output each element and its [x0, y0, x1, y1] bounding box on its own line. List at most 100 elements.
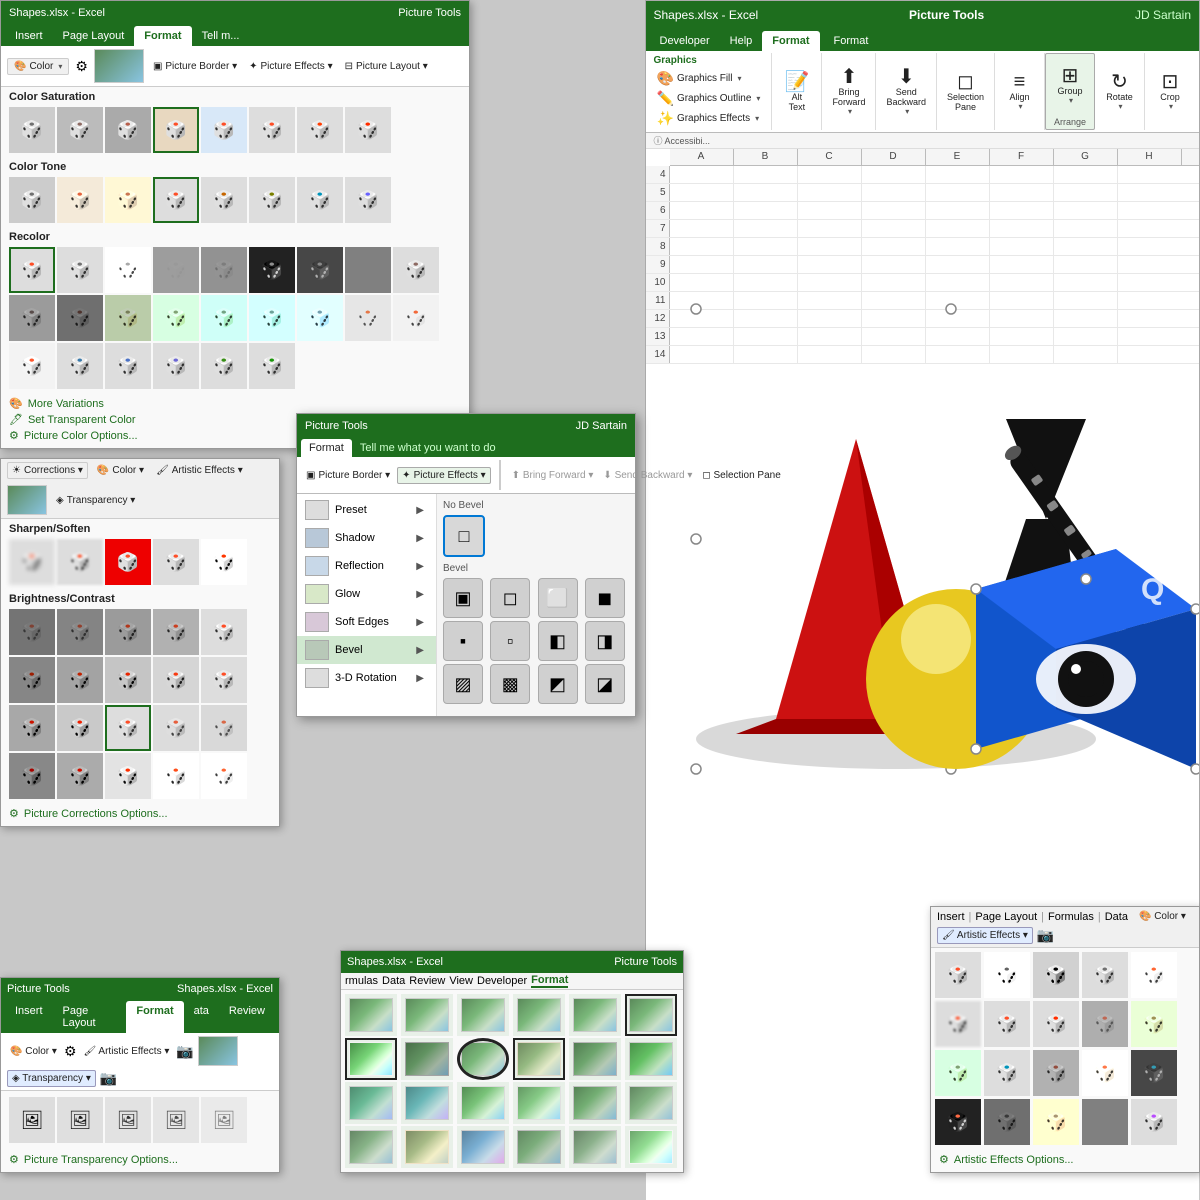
insert-thumb-7[interactable] [345, 1038, 397, 1080]
insert-thumb-9[interactable] [457, 1038, 509, 1080]
recolor-thumb-23[interactable]: 🎲 [201, 343, 247, 389]
bevel-item-6[interactable]: ▫ [490, 621, 530, 661]
art-tab-page[interactable]: Page Layout [975, 911, 1037, 923]
saturation-thumb-5[interactable]: 🎲 [201, 107, 247, 153]
insert-thumb-18[interactable] [625, 1082, 677, 1124]
art-thumb-6[interactable]: 🎲 [935, 1001, 981, 1047]
recolor-thumb-20[interactable]: 🎲 [57, 343, 103, 389]
trans-thumb-2[interactable]: 🖼 [57, 1097, 103, 1143]
art-thumb-12[interactable]: 🎲 [984, 1050, 1030, 1096]
art-thumb-7[interactable]: 🎲 [984, 1001, 1030, 1047]
bevel-menu-item[interactable]: Bevel ▶ [297, 636, 436, 664]
recolor-thumb-8[interactable]: 🎲 [345, 247, 391, 293]
art-thumb-5[interactable]: 🎲 [1131, 952, 1177, 998]
selection-pane-btn[interactable]: ◻ SelectionPane [943, 70, 988, 114]
shadow-menu-item[interactable]: Shadow ▶ [297, 524, 436, 552]
insert-thumb-19[interactable] [345, 1126, 397, 1168]
recolor-thumb-4[interactable]: 🎲 [153, 247, 199, 293]
bc-thumb-8[interactable]: 🎲 [105, 657, 151, 703]
insert-thumb-3[interactable] [457, 994, 509, 1036]
art-tab-formulas[interactable]: Formulas [1048, 911, 1094, 923]
recolor-thumb-22[interactable]: 🎲 [153, 343, 199, 389]
art-thumb-17[interactable]: 🎲 [984, 1099, 1030, 1145]
more-variations-link[interactable]: 🎨 More Variations [9, 397, 461, 410]
corrections-transparency-btn[interactable]: ◈ Transparency ▾ [53, 494, 138, 507]
art-thumb-4[interactable]: 🎲 [1082, 952, 1128, 998]
recolor-thumb-2[interactable]: 🎲 [57, 247, 103, 293]
saturation-thumb-1[interactable]: 🎲 [9, 107, 55, 153]
bevel-item-8[interactable]: ◨ [585, 621, 625, 661]
recolor-thumb-11[interactable]: 🎲 [57, 295, 103, 341]
no-bevel-item[interactable]: □ [443, 515, 485, 557]
color-btn[interactable]: 🎨 Color ▾ [7, 58, 69, 75]
tone-thumb-5[interactable]: 🎲 [201, 177, 247, 223]
tab-developer[interactable]: Developer [650, 31, 720, 51]
saturation-thumb-7[interactable]: 🎲 [297, 107, 343, 153]
tab-format-graphics[interactable]: Format [762, 31, 819, 51]
bevel-item-1[interactable]: ▣ [443, 578, 483, 618]
art-thumb-8[interactable]: 🎲 [1033, 1001, 1079, 1047]
corrections-artistic-btn[interactable]: 🖌 Artistic Effects ▾ [153, 464, 246, 477]
bevel-item-11[interactable]: ◩ [538, 664, 578, 704]
crop-btn[interactable]: ⊡ Crop ▾ [1152, 70, 1188, 113]
saturation-thumb-8[interactable]: 🎲 [345, 107, 391, 153]
bc-thumb-1[interactable]: 🎲 [9, 609, 55, 655]
trans-thumb-4[interactable]: 🖼 [153, 1097, 199, 1143]
effects-tab-format[interactable]: Format [301, 439, 352, 457]
effects-selection-pane-btn[interactable]: ◻ Selection Pane [699, 469, 783, 482]
bc-thumb-4[interactable]: 🎲 [153, 609, 199, 655]
sharpen-thumb-4[interactable]: 🎲 [153, 539, 199, 585]
bc-thumb-17[interactable]: 🎲 [57, 753, 103, 799]
bc-thumb-16[interactable]: 🎲 [9, 753, 55, 799]
tone-thumb-1[interactable]: 🎲 [9, 177, 55, 223]
recolor-thumb-10[interactable]: 🎲 [9, 295, 55, 341]
bc-thumb-15[interactable]: 🎲 [201, 705, 247, 751]
corrections-color-btn[interactable]: 🎨 Color ▾ [94, 464, 147, 477]
bc-thumb-11[interactable]: 🎲 [9, 705, 55, 751]
recolor-thumb-7[interactable]: 🎲 [297, 247, 343, 293]
art-thumb-9[interactable]: 🎲 [1082, 1001, 1128, 1047]
group-btn[interactable]: ⊞ Group ▾ [1052, 64, 1088, 107]
art-thumb-11[interactable]: 🎲 [935, 1050, 981, 1096]
art-thumb-10[interactable]: 🎲 [1131, 1001, 1177, 1047]
bc-thumb-2[interactable]: 🎲 [57, 609, 103, 655]
insert-thumb-15[interactable] [457, 1082, 509, 1124]
saturation-thumb-2[interactable]: 🎲 [57, 107, 103, 153]
tone-thumb-3[interactable]: 🎲 [105, 177, 151, 223]
bc-thumb-19[interactable]: 🎲 [153, 753, 199, 799]
art-thumb-14[interactable]: 🎲 [1082, 1050, 1128, 1096]
graphics-effects-btn[interactable]: ✨ Graphics Effects ▾ [654, 109, 764, 128]
tab-help[interactable]: Help [720, 31, 763, 51]
bc-thumb-9[interactable]: 🎲 [153, 657, 199, 703]
bevel-item-4[interactable]: ◼ [585, 578, 625, 618]
artistic-options-link[interactable]: ⚙ Artistic Effects Options... [939, 1153, 1191, 1166]
insert-thumb-11[interactable] [569, 1038, 621, 1080]
recolor-thumb-6[interactable]: 🎲 [249, 247, 295, 293]
art-thumb-1[interactable]: 🎲 [935, 952, 981, 998]
trans-tab-format[interactable]: Format [126, 1001, 183, 1033]
art-thumb-19[interactable]: 🎲 [1082, 1099, 1128, 1145]
insert-tab-format[interactable]: Format [531, 974, 568, 988]
bring-forward-btn[interactable]: ⬆ BringForward ▾ [828, 65, 869, 118]
bc-thumb-3[interactable]: 🎲 [105, 609, 151, 655]
glow-menu-item[interactable]: Glow ▶ [297, 580, 436, 608]
art-effects-btn[interactable]: 🖌 Artistic Effects ▾ [937, 927, 1033, 944]
recolor-thumb-15[interactable]: 🎲 [249, 295, 295, 341]
trans-transparency-btn[interactable]: ◈ Transparency ▾ [7, 1070, 96, 1087]
sharpen-thumb-5[interactable]: 🎲 [201, 539, 247, 585]
insert-thumb-23[interactable] [569, 1126, 621, 1168]
recolor-thumb-14[interactable]: 🎲 [201, 295, 247, 341]
art-tab-insert[interactable]: Insert [937, 911, 965, 923]
picture-layout-btn[interactable]: ⊟ Picture Layout ▾ [342, 60, 431, 73]
insert-thumb-24[interactable] [625, 1126, 677, 1168]
send-backward-btn[interactable]: ⬇ SendBackward ▾ [882, 65, 930, 118]
insert-thumb-14[interactable] [401, 1082, 453, 1124]
tone-thumb-7[interactable]: 🎲 [297, 177, 343, 223]
recolor-thumb-13[interactable]: 🎲 [153, 295, 199, 341]
bc-thumb-14[interactable]: 🎲 [153, 705, 199, 751]
insert-thumb-12[interactable] [625, 1038, 677, 1080]
effects-picture-effects-btn[interactable]: ✦ Picture Effects ▾ [397, 467, 490, 484]
art-thumb-18[interactable]: 🎲 [1033, 1099, 1079, 1145]
art-thumb-15[interactable]: 🎲 [1131, 1050, 1177, 1096]
insert-tab-data[interactable]: Data [382, 975, 405, 987]
